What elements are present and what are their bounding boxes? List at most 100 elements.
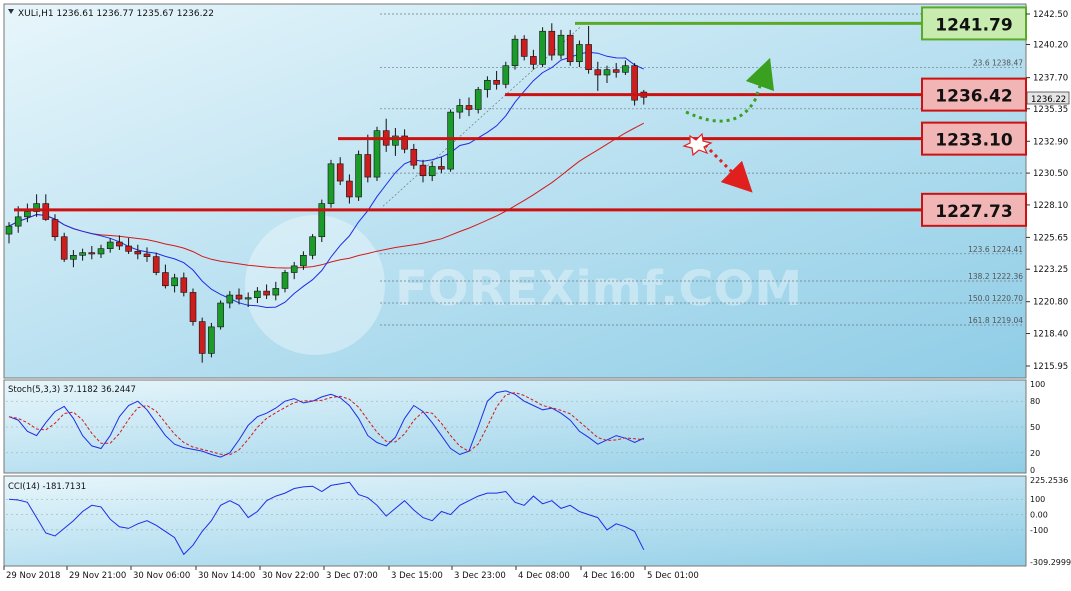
candle [373,126,381,182]
fib-label: 23.6 1238.47 [973,58,1023,67]
cci-panel [3,475,1027,567]
fib-label: 161.8 1219.04 [968,316,1023,325]
candle [511,35,519,70]
price-tick-label: 1223.25 [1033,265,1068,275]
candle-body [208,326,215,354]
level-value: 1233.10 [935,131,1013,151]
candle-body [603,69,611,76]
stoch-axis: 100 80 50 20 0 [1030,380,1045,475]
time-tick-label: 30 Nov 06:00 [133,571,190,581]
candle [502,61,510,89]
candle-body [300,254,307,267]
candle-body [42,203,50,220]
candle-body [410,148,418,166]
candle-body [180,277,188,293]
stoch-tick-label: 20 [1030,449,1040,458]
candle-body [438,166,445,170]
level-value: 1241.79 [935,15,1012,35]
candle-body [244,297,252,300]
candle [447,109,454,172]
candle-body [152,256,160,273]
candle-body [290,265,298,273]
candle-body [576,44,583,63]
candle-body [24,211,31,218]
candle-body [428,166,436,177]
candle-body [51,219,59,238]
price-tick-label: 1232.90 [1033,137,1068,147]
price-tick-label: 1240.20 [1033,40,1068,50]
time-tick-label: 29 Nov 21:00 [69,571,126,581]
candle-body [70,254,77,260]
price-tick-label: 1230.50 [1033,169,1068,179]
candle [60,232,68,262]
candle [208,322,215,358]
candle [566,29,574,66]
candle-body [612,69,620,73]
candle [474,86,482,114]
cci-tick-label: 100 [1030,495,1045,504]
cci-tick-label: 0.00 [1030,511,1048,520]
candle-body [106,241,114,249]
cci-tick-label: -100 [1030,526,1048,535]
stoch-tick-label: 50 [1030,423,1040,432]
time-tick-label: 3 Dec 15:00 [391,571,443,581]
time-tick-label: 30 Nov 14:00 [198,571,255,581]
price-chart: FOREXimf.COM 23.6 1238.47 123.6 1224.41 13… [3,3,1071,581]
candle-body [327,163,335,204]
candle-body [235,294,243,300]
time-tick-label: 29 Nov 2018 [6,571,60,581]
candle-body [60,236,68,260]
candle-body [493,79,500,85]
candle-body [79,252,86,256]
price-axis: 1242.50 1240.20 1237.70 1235.35 1232.90 1230.… [1026,10,1068,372]
cci-axis: 225.2536 100 0.00 -100 -309.2999 [1030,476,1071,567]
candle-body [548,30,556,56]
candle-body [217,302,224,328]
chart-window: FOREXimf.COM 23.6 1238.47 123.6 1224.41 13… [0,0,1071,587]
price-tick-label: 1215.95 [1033,362,1068,372]
candle [539,27,546,68]
candle-body [125,245,132,252]
cci-tick-label: 225.2536 [1030,476,1068,485]
candle-body [539,30,546,65]
candle-body [309,236,316,256]
candle-body [447,111,454,170]
candle [520,35,528,61]
candle-body [346,180,353,198]
candle-body [88,252,96,255]
candle [309,234,316,260]
current-price-label: 1236.22 [1031,95,1066,105]
candle [631,63,638,106]
candle-body [465,105,473,110]
price-tick-label: 1218.40 [1033,330,1068,340]
candle-body [364,154,372,178]
candle-body [502,65,510,85]
price-tick-label: 1220.80 [1033,298,1068,308]
candle-body [355,154,362,198]
candle-body [134,251,142,255]
time-tick-label: 30 Nov 22:00 [262,571,319,581]
candle-body [116,241,123,247]
candle-body [272,288,280,296]
price-tick-label: 1242.50 [1033,10,1068,20]
candle-body [511,38,519,67]
candle-body [171,277,178,287]
candle-body [143,253,151,257]
time-axis: 29 Nov 2018 29 Nov 21:00 30 Nov 06:00 30 No… [3,566,699,581]
candle-body [5,225,13,235]
fib-label: 123.6 1224.41 [968,245,1023,254]
price-tick-label: 1228.10 [1033,201,1068,211]
candle-body [97,248,105,255]
candle-body [198,321,206,354]
time-tick-label: 3 Dec 07:00 [326,571,378,581]
candle-body [419,164,427,177]
time-tick-label: 5 Dec 01:00 [647,571,699,581]
watermark-text: FOREXimf.COM [395,261,802,317]
stoch-tick-label: 0 [1030,466,1035,475]
candle-body [263,290,270,296]
time-tick-label: 3 Dec 23:00 [454,571,506,581]
candle-body [189,292,197,322]
candle-body [585,44,592,70]
price-tick-label: 1237.70 [1033,74,1068,84]
price-tick-label: 1225.65 [1033,233,1068,243]
